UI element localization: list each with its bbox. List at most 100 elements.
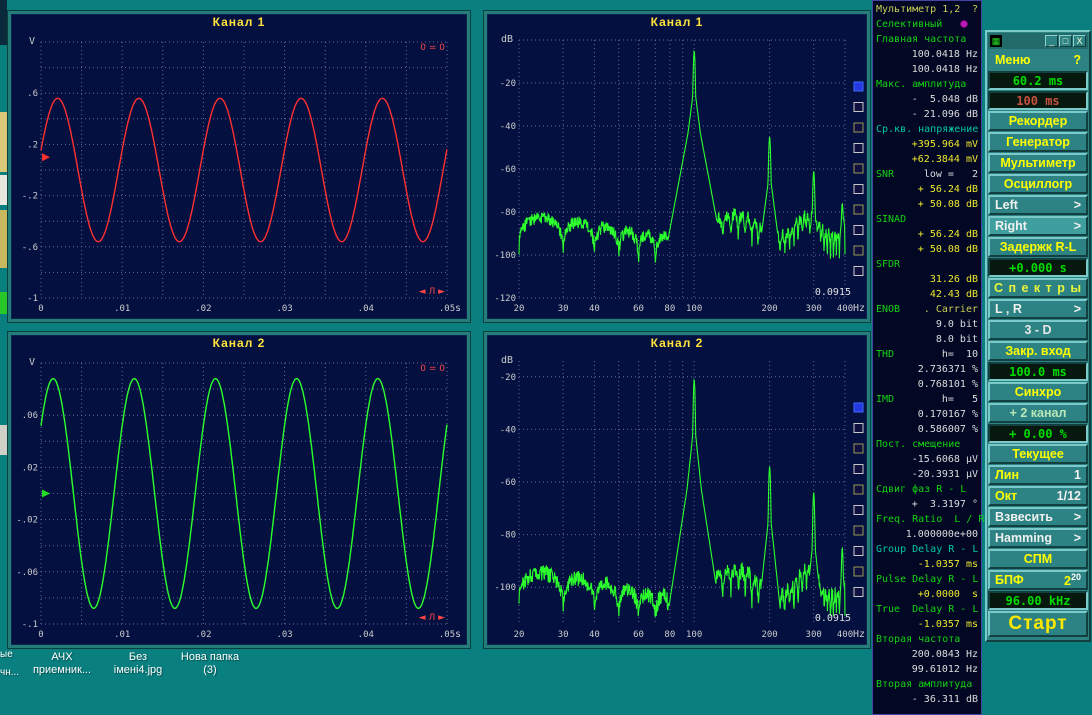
svg-text:-20: -20 bbox=[500, 79, 516, 89]
close-button[interactable]: X bbox=[1073, 35, 1086, 47]
svg-text:100: 100 bbox=[686, 630, 702, 640]
svg-text:.02: .02 bbox=[195, 304, 211, 314]
spectrum-ch2-plot[interactable]: -20-40-60-80-1002030406080100200300400dB… bbox=[487, 351, 867, 645]
oscilloscope-ch2-plot[interactable]: .06.02-.02-.06-.10.01.02.03.04.05Vs0 = 0… bbox=[11, 351, 467, 645]
menu-bar: Меню? bbox=[988, 50, 1088, 70]
multimeter-row: - 21.096 dB bbox=[873, 107, 981, 122]
window-length-display: 100.0 ms bbox=[988, 362, 1088, 381]
trigger-level-marker[interactable] bbox=[42, 153, 50, 161]
multimeter-value: +62.3844 mV bbox=[912, 152, 978, 167]
control-titlebar[interactable]: ▦ _□X bbox=[988, 33, 1088, 49]
svg-text:Hz: Hz bbox=[853, 629, 865, 640]
desktop-icon[interactable]: Нова папка(3) bbox=[181, 651, 239, 677]
delay-button[interactable]: Задержк R-L bbox=[988, 237, 1088, 257]
multimeter-label: Group Delay R - L bbox=[876, 542, 978, 557]
fft-size-button[interactable]: БПФ220 bbox=[988, 570, 1088, 590]
multimeter-row: + 56.24 dB bbox=[873, 182, 981, 197]
svg-text:.05: .05 bbox=[439, 630, 455, 640]
menu-button[interactable]: Меню bbox=[995, 53, 1031, 67]
weighting-button[interactable]: Взвесить> bbox=[988, 507, 1088, 527]
right-channel-button[interactable]: Right> bbox=[988, 216, 1088, 236]
legend-square[interactable] bbox=[854, 144, 863, 153]
legend-square[interactable] bbox=[854, 424, 863, 433]
multimeter-row: Макс. амплитуда bbox=[873, 77, 981, 92]
legend-square[interactable] bbox=[854, 164, 863, 173]
octave-button[interactable]: Окт1/12 bbox=[988, 486, 1088, 506]
multimeter-button[interactable]: Мультиметр bbox=[988, 153, 1088, 173]
svg-text:dB: dB bbox=[501, 355, 513, 366]
legend-square[interactable] bbox=[854, 588, 863, 597]
svg-text:0: 0 bbox=[38, 304, 43, 314]
svg-text:-.1: -.1 bbox=[22, 620, 38, 630]
multimeter-label: Freq. Ratio L / R bbox=[876, 512, 984, 527]
multimeter-row: Пост. смещение bbox=[873, 437, 981, 452]
oscilloscope-ch2-panel: Канал 2 .06.02-.02-.06-.10.01.02.03.04.0… bbox=[8, 332, 470, 648]
legend-square[interactable] bbox=[854, 226, 863, 235]
window-function-button[interactable]: Hamming> bbox=[988, 528, 1088, 548]
svg-text:-.2: -.2 bbox=[22, 192, 38, 202]
multimeter-row: 9.0 bit bbox=[873, 317, 981, 332]
current-button[interactable]: Текущее bbox=[988, 444, 1088, 464]
sync-button[interactable]: Синхро bbox=[988, 382, 1088, 402]
legend-square[interactable] bbox=[854, 123, 863, 132]
recorder-button[interactable]: Рекордер bbox=[988, 111, 1088, 131]
maximize-button[interactable]: □ bbox=[1059, 35, 1072, 47]
trigger-level-marker[interactable] bbox=[42, 490, 50, 498]
legend-square[interactable] bbox=[854, 205, 863, 214]
legend-square[interactable] bbox=[854, 185, 863, 194]
legend-square[interactable] bbox=[854, 267, 863, 276]
closed-input-button[interactable]: Закр. вход bbox=[988, 341, 1088, 361]
start-button[interactable]: Старт bbox=[988, 611, 1088, 637]
legend-square[interactable] bbox=[854, 567, 863, 576]
spectrum-ch1-plot[interactable]: -20-40-60-80-100-12020304060801002003004… bbox=[487, 30, 867, 319]
three-d-button[interactable]: 3 - D bbox=[988, 320, 1088, 340]
oscilloscope-ch2-title: Канал 2 bbox=[11, 335, 467, 351]
scope-top-marker[interactable]: 0 = 0 bbox=[420, 364, 445, 374]
desktop-icon[interactable]: Безімені4.jpg bbox=[114, 651, 163, 677]
scope-top-marker[interactable]: 0 = 0 bbox=[420, 43, 445, 53]
help-button[interactable]: ? bbox=[1073, 53, 1081, 67]
legend-square[interactable] bbox=[854, 547, 863, 556]
minimize-button[interactable]: _ bbox=[1045, 35, 1058, 47]
legend-square[interactable] bbox=[854, 526, 863, 535]
linear-scale-button[interactable]: Лин1 bbox=[988, 465, 1088, 485]
legend-square[interactable] bbox=[854, 103, 863, 112]
legend-square[interactable] bbox=[854, 246, 863, 255]
multimeter-label: THD bbox=[876, 347, 894, 362]
multimeter-row: + 50.08 dB bbox=[873, 197, 981, 212]
left-channel-button[interactable]: Left> bbox=[988, 195, 1088, 215]
multimeter-value: 99.61012 Hz bbox=[912, 662, 978, 677]
multimeter-value: -1.0357 ms bbox=[918, 557, 978, 572]
svg-text:.03: .03 bbox=[276, 630, 292, 640]
legend-square[interactable] bbox=[854, 485, 863, 494]
psd-button[interactable]: СПМ bbox=[988, 549, 1088, 569]
multimeter-value: + 3.3197 ° bbox=[912, 497, 978, 512]
legend-square[interactable] bbox=[854, 403, 863, 412]
multimeter-label: Вторая амплитуда bbox=[876, 677, 972, 692]
spectra-header[interactable]: С п е к т р ы bbox=[988, 278, 1088, 298]
svg-text:300: 300 bbox=[806, 304, 822, 314]
oscilloscope-ch1-title: Канал 1 bbox=[11, 14, 467, 30]
scope-bottom-marker[interactable]: ◄ Л ► bbox=[419, 287, 445, 297]
desktop-icon[interactable]: АЧХприемник... bbox=[33, 651, 91, 677]
svg-text:20: 20 bbox=[514, 304, 525, 314]
multimeter-row: Ср.кв. напряжение bbox=[873, 122, 981, 137]
multimeter-value: -15.6068 µV bbox=[912, 452, 978, 467]
svg-text:Hz: Hz bbox=[853, 303, 865, 314]
svg-text:200: 200 bbox=[761, 304, 777, 314]
second-channel-button[interactable]: + 2 канал bbox=[988, 403, 1088, 423]
multimeter-row: Pulse Delay R - L bbox=[873, 572, 981, 587]
oscilloscope-ch1-plot[interactable]: .6.2-.2-.6-10.01.02.03.04.05Vs0 = 0◄ Л ► bbox=[11, 30, 467, 319]
legend-square[interactable] bbox=[854, 506, 863, 515]
legend-square[interactable] bbox=[854, 465, 863, 474]
oscilloscope-button[interactable]: Осциллогр bbox=[988, 174, 1088, 194]
legend-square[interactable] bbox=[854, 82, 863, 91]
multimeter-row: -15.6068 µV bbox=[873, 452, 981, 467]
selective-mode-indicator[interactable] bbox=[960, 20, 968, 28]
spectra-channels-button[interactable]: L , R> bbox=[988, 299, 1088, 319]
multimeter-label: IMD bbox=[876, 392, 894, 407]
multimeter-label: Pulse Delay R - L bbox=[876, 572, 978, 587]
scope-bottom-marker[interactable]: ◄ Л ► bbox=[419, 613, 445, 623]
generator-button[interactable]: Генератор bbox=[988, 132, 1088, 152]
legend-square[interactable] bbox=[854, 444, 863, 453]
